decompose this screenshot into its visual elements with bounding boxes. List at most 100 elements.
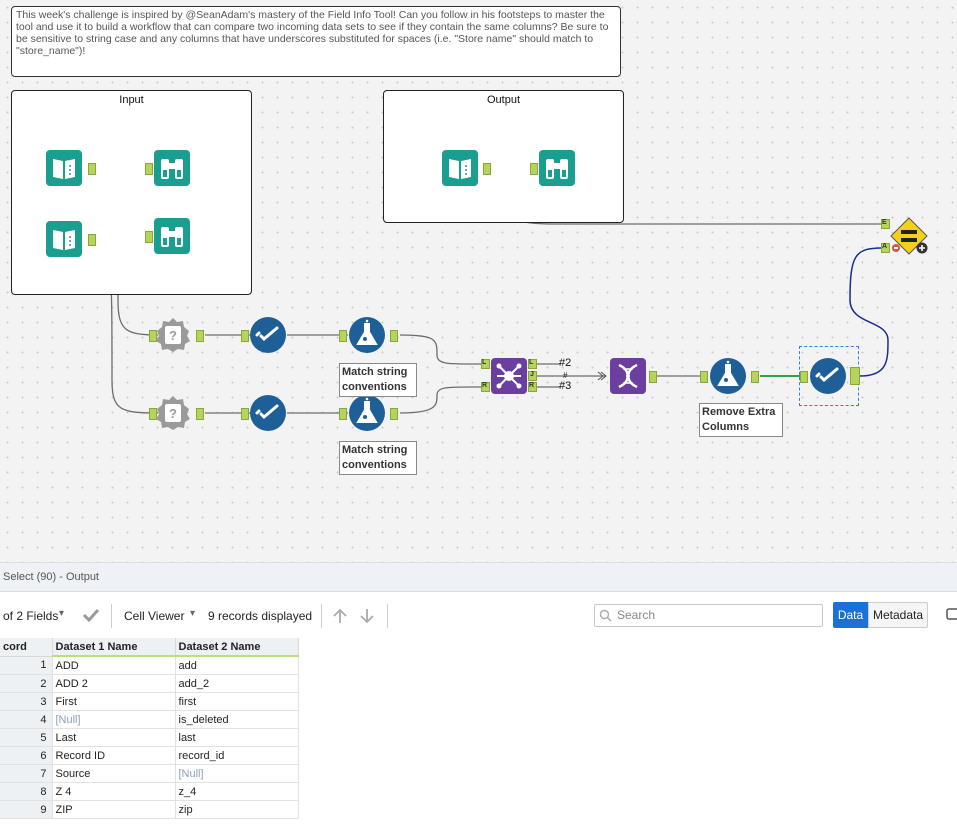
- output-anchor[interactable]: [390, 408, 398, 420]
- results-table-body: 1 ADD add 2 ADD 2 add_2 3 First first 4 [Null] is_d…: [0, 656, 299, 819]
- output-anchor[interactable]: [483, 163, 491, 175]
- dataset-1-name-cell[interactable]: [Null]: [52, 710, 176, 729]
- dropdown-arrow-icon[interactable]: ▾: [190, 608, 195, 619]
- dataset-1-name-cell[interactable]: Record ID: [52, 746, 176, 765]
- table-row[interactable]: 9 ZIP zip: [0, 800, 299, 819]
- output-anchor[interactable]: [196, 330, 204, 342]
- dataset-1-name-cell[interactable]: Z 4: [52, 782, 176, 801]
- input-anchor[interactable]: [339, 330, 347, 342]
- data-tab-button[interactable]: Data: [833, 602, 868, 628]
- column-header-dataset-2[interactable]: Dataset 2 Name: [175, 638, 299, 657]
- transpose-tool[interactable]: [610, 358, 646, 394]
- input-data-tool-output[interactable]: [442, 150, 478, 186]
- dataset-2-name-cell[interactable]: add: [175, 656, 299, 675]
- arrow-up-icon[interactable]: [332, 608, 348, 624]
- input-anchor[interactable]: [530, 163, 538, 175]
- join-tool[interactable]: [491, 358, 527, 394]
- metadata-tab-button[interactable]: Metadata: [868, 602, 928, 628]
- table-row[interactable]: 7 Source [Null]: [0, 764, 299, 783]
- table-row[interactable]: 8Z 4 z_4: [0, 782, 299, 801]
- output-anchor[interactable]: [649, 371, 657, 383]
- flask-icon: [349, 317, 385, 353]
- input-container[interactable]: Input: [11, 90, 252, 295]
- fields-selector[interactable]: of 2 Fields: [3, 609, 58, 623]
- output-container[interactable]: Output: [383, 90, 624, 223]
- formula-tool-2[interactable]: [349, 395, 385, 431]
- connection-label-2: #2: [559, 357, 572, 369]
- dataset-1-name-cell[interactable]: ADD 2: [52, 674, 176, 693]
- add-anchor-icon[interactable]: [916, 242, 928, 254]
- record-number-cell[interactable]: 9: [0, 800, 53, 819]
- input-anchor[interactable]: [241, 408, 249, 420]
- record-number-cell[interactable]: 7: [0, 764, 53, 783]
- annotation-match-string-1: Match string conventions: [339, 363, 417, 397]
- checkmark-icon[interactable]: [82, 608, 100, 622]
- dataset-1-name-cell[interactable]: First: [52, 692, 176, 711]
- input-anchor[interactable]: [241, 330, 249, 342]
- dataset-1-name-cell[interactable]: ADD: [52, 656, 176, 675]
- record-number-cell[interactable]: 6: [0, 746, 53, 765]
- output-anchor[interactable]: [88, 234, 96, 246]
- output-anchor[interactable]: [196, 408, 204, 420]
- record-number-cell[interactable]: 5: [0, 728, 53, 747]
- record-number-cell[interactable]: 2: [0, 674, 53, 693]
- table-row[interactable]: 2 ADD 2 add_2: [0, 674, 299, 693]
- input-anchor[interactable]: [700, 371, 708, 383]
- dataset-1-name-cell[interactable]: Source: [52, 764, 176, 783]
- workflow-canvas[interactable]: This week's challenge is inspired by @Se…: [0, 0, 957, 562]
- anchor-label-l: L: [529, 359, 534, 366]
- record-number-cell[interactable]: 1: [0, 656, 53, 675]
- input-anchor[interactable]: [800, 371, 808, 383]
- dataset-2-name-cell[interactable]: [Null]: [175, 764, 299, 783]
- workflow-comment[interactable]: This week's challenge is inspired by @Se…: [11, 6, 621, 77]
- connection-label-hash: #: [563, 371, 568, 380]
- dropdown-arrow-icon[interactable]: ▾: [59, 608, 64, 619]
- browse-tool-output[interactable]: [539, 150, 575, 186]
- record-column-header[interactable]: cord: [0, 638, 53, 657]
- output-anchor[interactable]: [751, 371, 759, 383]
- formula-tool-3[interactable]: [710, 358, 746, 394]
- table-row[interactable]: 6 Record ID record_id: [0, 746, 299, 765]
- input-anchor[interactable]: [145, 231, 153, 243]
- input-anchor[interactable]: [339, 408, 347, 420]
- output-anchor[interactable]: [850, 367, 860, 385]
- input-data-tool-2[interactable]: [46, 221, 82, 257]
- record-number-cell[interactable]: 8: [0, 782, 53, 801]
- table-row[interactable]: 5 Last last: [0, 728, 299, 747]
- select-tool-2[interactable]: [250, 395, 286, 431]
- browse-tool-1[interactable]: [154, 150, 190, 186]
- table-row[interactable]: 4 [Null] is_deleted: [0, 710, 299, 729]
- record-number-cell[interactable]: 4: [0, 710, 53, 729]
- dataset-2-name-cell[interactable]: record_id: [175, 746, 299, 765]
- record-number-cell[interactable]: 3: [0, 692, 53, 711]
- dataset-1-name-cell[interactable]: Last: [52, 728, 176, 747]
- field-info-tool-2[interactable]: ?: [155, 395, 191, 431]
- input-anchor[interactable]: [145, 163, 153, 175]
- cell-viewer-toggle[interactable]: Cell Viewer: [124, 609, 184, 623]
- dataset-2-name-cell[interactable]: z_4: [175, 782, 299, 801]
- results-title: Select (90) - Output: [3, 571, 99, 583]
- arrow-down-icon[interactable]: [359, 608, 375, 624]
- comment-icon[interactable]: [945, 607, 957, 623]
- field-info-tool-1[interactable]: ?: [155, 317, 191, 353]
- table-row[interactable]: 1 ADD add: [0, 656, 299, 675]
- search-placeholder: Search: [617, 608, 656, 622]
- dataset-1-name-cell[interactable]: ZIP: [52, 800, 176, 819]
- dataset-2-name-cell[interactable]: first: [175, 692, 299, 711]
- output-anchor[interactable]: [88, 163, 96, 175]
- dataset-2-name-cell[interactable]: last: [175, 728, 299, 747]
- dataset-2-name-cell[interactable]: add_2: [175, 674, 299, 693]
- select-tool-1[interactable]: [250, 317, 286, 353]
- formula-tool-1[interactable]: [349, 317, 385, 353]
- results-grid: cord Dataset 1 Name Dataset 2 Name 1 ADD a…: [0, 638, 957, 828]
- select-tool-90[interactable]: [810, 358, 846, 394]
- binoculars-icon: [154, 150, 190, 186]
- dataset-2-name-cell[interactable]: is_deleted: [175, 710, 299, 729]
- table-row[interactable]: 3 First first: [0, 692, 299, 711]
- search-input[interactable]: Search: [594, 604, 823, 627]
- browse-tool-2[interactable]: [154, 218, 190, 254]
- input-data-tool-1[interactable]: [46, 150, 82, 186]
- output-anchor[interactable]: [390, 330, 398, 342]
- column-header-dataset-1[interactable]: Dataset 1 Name: [52, 638, 176, 657]
- dataset-2-name-cell[interactable]: zip: [175, 800, 299, 819]
